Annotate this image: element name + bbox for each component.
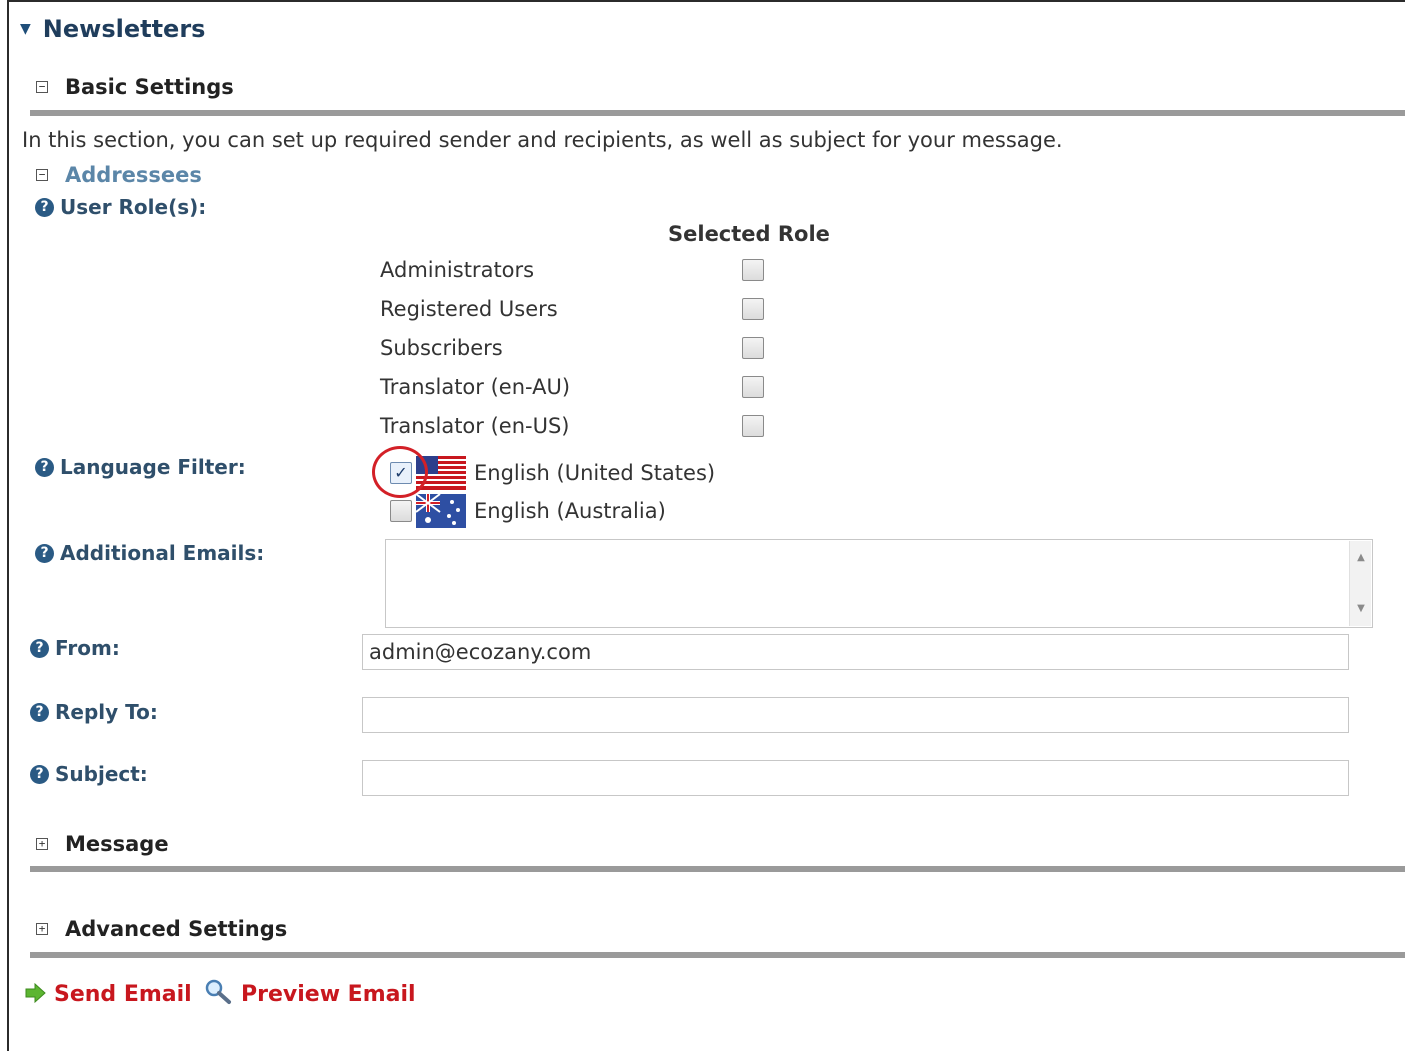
language-filter-label: Language Filter: [60,455,246,479]
role-checkbox[interactable] [742,297,764,320]
help-icon[interactable]: ? [35,457,54,477]
additional-emails-textarea[interactable]: ▲ ▼ [385,539,1373,628]
preview-email-button[interactable]: Preview Email [203,978,416,1010]
scroll-down-icon[interactable]: ▼ [1350,598,1372,620]
additional-emails-label-row: ? Additional Emails: [35,539,264,567]
help-icon[interactable]: ? [30,638,49,658]
basic-settings-intro: In this section, you can set up required… [22,128,1063,152]
role-row: Administrators [0,250,900,289]
selected-role-header: Selected Role [668,222,830,246]
message-section-title: Message [65,832,169,856]
arrow-right-icon [24,982,46,1007]
highlight-circle [372,446,428,498]
role-row: Subscribers [0,328,900,367]
from-input[interactable]: admin@ecozany.com [362,634,1349,670]
language-option-au[interactable]: English (Australia) [390,492,715,530]
expand-icon[interactable]: + [36,923,48,935]
basic-settings-header[interactable]: − Basic Settings [36,72,234,102]
from-label-row: ? From: [30,634,120,662]
reply-to-label-row: ? Reply To: [30,698,158,726]
subject-label-row: ? Subject: [30,760,148,788]
language-name-us: English (United States) [474,461,716,485]
send-email-button[interactable]: Send Email [24,982,192,1007]
role-name: Translator (en-AU) [380,374,571,399]
reply-to-input[interactable] [362,697,1349,733]
user-roles-label: User Role(s): [60,195,207,219]
language-name-au: English (Australia) [474,499,666,523]
role-checkbox[interactable] [742,336,764,359]
help-icon[interactable]: ? [35,543,54,563]
role-name: Administrators [380,257,535,282]
subject-label: Subject: [55,762,148,786]
section-divider [30,110,1405,116]
addressees-header[interactable]: − Addressees [36,160,202,190]
language-options: ✓ English (United States) English (Austr… [390,454,715,530]
role-row: Registered Users [0,289,900,328]
addressees-title: Addressees [65,163,202,187]
reply-to-label: Reply To: [55,700,158,724]
help-icon[interactable]: ? [30,764,49,784]
collapse-icon[interactable]: − [36,169,48,181]
role-checkbox[interactable] [742,258,764,281]
textarea-scrollbar[interactable]: ▲ ▼ [1349,541,1371,626]
send-email-label: Send Email [54,982,192,1007]
advanced-section-header[interactable]: + Advanced Settings [36,914,287,944]
role-name: Translator (en-US) [380,413,570,438]
expand-icon[interactable]: + [36,838,48,850]
additional-emails-label: Additional Emails: [60,541,265,565]
collapse-icon[interactable]: − [36,81,48,93]
language-filter-label-row: ? Language Filter: [35,453,246,481]
triangle-down-icon[interactable]: ▼ [20,21,31,37]
role-name: Subscribers [380,335,503,360]
help-icon[interactable]: ? [35,197,54,217]
message-section-header[interactable]: + Message [36,829,169,859]
advanced-section-title: Advanced Settings [65,917,288,941]
basic-settings-title: Basic Settings [65,75,234,99]
section-divider [30,866,1405,872]
role-row: Translator (en-AU) [0,367,900,406]
help-icon[interactable]: ? [30,702,49,722]
role-row: Translator (en-US) [0,406,900,445]
roles-list: Administrators Registered Users Subscrib… [0,250,900,445]
language-checkbox-au[interactable] [390,500,412,522]
module-title: Newsletters [42,15,206,43]
role-checkbox[interactable] [742,375,764,398]
user-roles-label-row: ? User Role(s): [35,193,206,221]
role-checkbox[interactable] [742,414,764,437]
from-label: From: [55,636,120,660]
au-flag-icon [416,494,466,528]
subject-input[interactable] [362,760,1349,796]
preview-email-label: Preview Email [241,981,416,1007]
magnifier-icon [203,978,233,1010]
module-title-row[interactable]: ▼ Newsletters [20,12,205,46]
section-divider [30,952,1405,958]
scroll-up-icon[interactable]: ▲ [1350,547,1372,569]
language-option-us[interactable]: ✓ English (United States) [390,454,715,492]
role-name: Registered Users [380,296,558,321]
